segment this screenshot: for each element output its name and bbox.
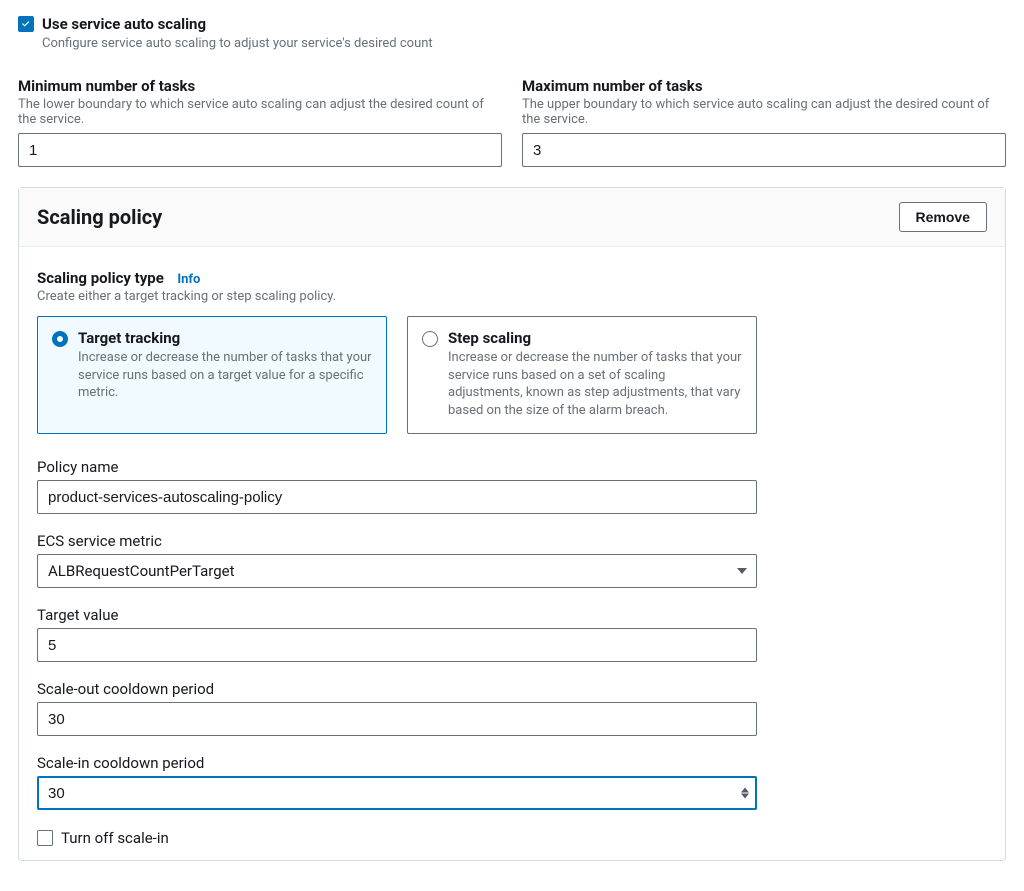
ecs-metric-label: ECS service metric	[37, 532, 757, 550]
turn-off-scale-in-label: Turn off scale-in	[61, 828, 169, 848]
min-tasks-group: Minimum number of tasks The lower bounda…	[18, 77, 502, 167]
ecs-metric-group: ECS service metric ALBRequestCountPerTar…	[37, 532, 757, 588]
use-auto-scaling-desc: Configure service auto scaling to adjust…	[42, 36, 433, 51]
check-icon	[20, 18, 32, 30]
remove-button[interactable]: Remove	[899, 202, 987, 232]
target-value-label: Target value	[37, 606, 757, 624]
info-link[interactable]: Info	[177, 272, 200, 287]
ecs-metric-value: ALBRequestCountPerTarget	[37, 554, 757, 588]
min-tasks-input[interactable]	[18, 133, 502, 167]
auto-scaling-config-page: Use service auto scaling Configure servi…	[0, 0, 1024, 891]
step-scaling-desc: Increase or decrease the number of tasks…	[448, 349, 742, 419]
target-tracking-title: Target tracking	[78, 329, 372, 347]
max-tasks-label: Maximum number of tasks	[522, 77, 1006, 95]
ecs-metric-select[interactable]: ALBRequestCountPerTarget	[37, 554, 757, 588]
scale-in-group: Scale-in cooldown period	[37, 754, 757, 810]
tile-text: Target tracking Increase or decrease the…	[78, 329, 372, 402]
scale-in-label: Scale-in cooldown period	[37, 754, 757, 772]
step-scaling-title: Step scaling	[448, 329, 742, 347]
policy-type-step-scaling[interactable]: Step scaling Increase or decrease the nu…	[407, 316, 757, 434]
scaling-policy-type-desc: Create either a target tracking or step …	[37, 289, 987, 304]
radio-icon	[52, 331, 68, 347]
policy-name-input[interactable]	[37, 480, 757, 514]
use-auto-scaling-label: Use service auto scaling	[42, 14, 433, 34]
scale-out-input[interactable]	[37, 702, 757, 736]
tile-text: Step scaling Increase or decrease the nu…	[448, 329, 742, 419]
scale-out-label: Scale-out cooldown period	[37, 680, 757, 698]
max-tasks-input[interactable]	[522, 133, 1006, 167]
scaling-policy-type-label: Scaling policy type	[37, 269, 164, 287]
policy-type-options: Target tracking Increase or decrease the…	[37, 316, 757, 434]
target-value-input[interactable]	[37, 628, 757, 662]
scaling-policy-panel: Scaling policy Remove Scaling policy typ…	[18, 187, 1006, 861]
target-tracking-desc: Increase or decrease the number of tasks…	[78, 349, 372, 402]
scale-in-input[interactable]	[37, 776, 757, 810]
target-tracking-form: Policy name ECS service metric ALBReques…	[37, 458, 757, 848]
use-auto-scaling-row: Use service auto scaling Configure servi…	[18, 14, 1006, 51]
policy-name-label: Policy name	[37, 458, 757, 476]
turn-off-scale-in-checkbox[interactable]	[37, 830, 53, 846]
max-tasks-desc: The upper boundary to which service auto…	[522, 97, 1006, 127]
scale-out-group: Scale-out cooldown period	[37, 680, 757, 736]
radio-icon	[422, 331, 438, 347]
policy-type-target-tracking[interactable]: Target tracking Increase or decrease the…	[37, 316, 387, 434]
scaling-policy-header: Scaling policy Remove	[19, 188, 1005, 247]
use-auto-scaling-text: Use service auto scaling Configure servi…	[42, 14, 433, 51]
turn-off-scale-in-row: Turn off scale-in	[37, 828, 757, 848]
scaling-policy-body: Scaling policy type Info Create either a…	[19, 247, 1005, 860]
policy-name-group: Policy name	[37, 458, 757, 514]
min-tasks-label: Minimum number of tasks	[18, 77, 502, 95]
scaling-policy-type-group: Scaling policy type Info Create either a…	[37, 269, 987, 434]
target-value-group: Target value	[37, 606, 757, 662]
scaling-policy-title: Scaling policy	[37, 205, 162, 229]
max-tasks-group: Maximum number of tasks The upper bounda…	[522, 77, 1006, 167]
min-tasks-desc: The lower boundary to which service auto…	[18, 97, 502, 127]
use-auto-scaling-checkbox[interactable]	[18, 16, 34, 32]
task-bounds-row: Minimum number of tasks The lower bounda…	[18, 77, 1006, 167]
